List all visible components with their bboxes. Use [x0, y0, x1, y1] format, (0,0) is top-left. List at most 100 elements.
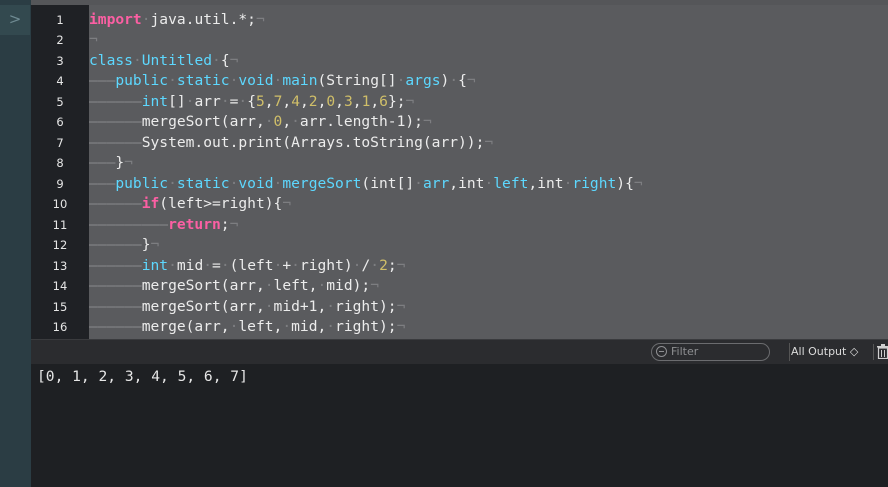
code-token: mergeSort(arr, [141, 297, 265, 315]
line-number-gutter: 1 2 3 4 5 6 7 8 9 10 11 12 13 14 15 16 [31, 5, 89, 339]
code-token: }; [387, 92, 406, 110]
code-token: · [132, 51, 142, 69]
line-number: 11 [52, 217, 68, 232]
code-token: · [326, 318, 336, 335]
console-output[interactable]: [0, 1, 2, 3, 4, 5, 6, 7] [31, 364, 888, 487]
code-token: —————— [89, 256, 142, 274]
code-token: · [220, 92, 230, 110]
code-token: ¬ [466, 72, 476, 89]
code-line[interactable]: ———public·static·void·main(String[]·args… [89, 71, 476, 92]
code-token: static [176, 72, 230, 89]
code-token: · [168, 256, 177, 274]
code-token: } [115, 154, 125, 171]
code-token: { [247, 92, 256, 110]
output-filter-select[interactable]: All Output ◇ [789, 343, 861, 361]
left-rail: > [0, 0, 31, 487]
code-line[interactable]: ——————mergeSort(arr,·0,·arr.length-1);¬ [89, 112, 432, 133]
code-token: 4 [291, 92, 300, 110]
code-token: ¬ [422, 113, 432, 130]
code-token: ; [387, 256, 397, 274]
code-token: arr.length-1); [299, 113, 423, 130]
trash-icon[interactable] [873, 344, 888, 360]
code-token: ¬ [229, 51, 239, 69]
code-line[interactable]: ——————mergeSort(arr,·left,·mid);¬ [89, 276, 379, 297]
code-token: void [238, 72, 274, 89]
code-token: , [282, 113, 292, 130]
code-token: mid, [291, 318, 327, 335]
code-token: System.out.print(Arrays.toString(arr)); [141, 133, 485, 151]
code-line[interactable]: ——————System.out.print(Arrays.toString(a… [89, 133, 493, 154]
code-token: / [361, 256, 371, 274]
code-token: —————— [89, 92, 142, 110]
code-token: mid [176, 256, 204, 274]
code-token: · [220, 256, 230, 274]
line-number: 13 [52, 258, 68, 273]
console-output-text: [0, 1, 2, 3, 4, 5, 6, 7] [37, 368, 248, 385]
code-token: mid+1, [273, 297, 327, 315]
line-number: 6 [56, 115, 64, 129]
code-token: mergeSort(arr, [141, 277, 265, 294]
filter-field[interactable]: Filter [651, 343, 770, 361]
code-token: import [89, 10, 142, 28]
code-line[interactable]: ——————int·mid·=·(left·+·right)·/·2;¬ [89, 256, 405, 277]
code-token: 2 [308, 92, 318, 110]
code-token: int [141, 92, 169, 110]
code-token: ¬ [282, 195, 292, 212]
code-token: { [458, 72, 467, 89]
code-token: 6 [379, 92, 388, 110]
code-token: ¬ [370, 277, 379, 294]
line-number: 8 [56, 156, 64, 170]
code-token: · [238, 92, 248, 110]
code-line[interactable]: ——————merge(arr,·left,·mid,·right);¬ [89, 317, 405, 338]
line-number: 4 [56, 74, 64, 88]
line-number: 3 [56, 53, 64, 68]
code-token: —————— [89, 113, 142, 130]
code-token: · [484, 174, 494, 192]
code-token: · [264, 113, 274, 130]
code-token: (int[] [361, 174, 415, 192]
line-number: 15 [52, 299, 68, 314]
code-line[interactable]: ¬ [89, 30, 98, 51]
code-token: public [115, 72, 169, 89]
code-line[interactable]: ——————if(left>=right){¬ [89, 194, 291, 215]
code-token: 3 [343, 92, 353, 110]
code-line[interactable]: —————————return;¬ [89, 215, 238, 236]
code-token: [] [168, 92, 186, 110]
code-token: ¬ [150, 236, 160, 253]
code-token: arr [194, 92, 221, 110]
code-token: } [141, 236, 151, 253]
code-line[interactable]: ——————}¬ [89, 235, 159, 256]
code-token: · [141, 10, 151, 28]
code-area[interactable]: import·java.util.*;¬ ¬ class·Untitled·{¬ ——… [89, 5, 888, 339]
code-line[interactable]: ———}¬ [89, 153, 133, 174]
code-line[interactable]: ———public·static·void·mergeSort(int[]·ar… [89, 174, 643, 195]
code-editor[interactable]: 1 2 3 4 5 6 7 8 9 10 11 12 13 14 15 16 import·java.util… [31, 5, 888, 339]
code-token: · [264, 277, 274, 294]
expand-icon[interactable]: > [0, 5, 30, 35]
line-number: 14 [52, 279, 68, 293]
line-number: 12 [52, 238, 68, 252]
filter-icon [656, 346, 667, 357]
code-token: ,int [528, 174, 564, 192]
code-token: ——— [89, 72, 116, 89]
line-number: 7 [56, 135, 64, 150]
code-token: class [89, 51, 133, 69]
code-token: 5 [256, 92, 265, 110]
code-token: right); [335, 318, 397, 335]
line-number: 16 [52, 320, 68, 334]
code-line[interactable]: import·java.util.*;¬ [89, 10, 265, 31]
code-token: · [414, 174, 423, 192]
code-token: ¬ [405, 92, 415, 110]
code-token: · [291, 113, 300, 130]
code-token: ¬ [396, 256, 406, 274]
code-token: —————— [89, 195, 142, 212]
code-token: ¬ [124, 154, 133, 171]
code-token: ,int [449, 174, 485, 192]
code-token: 0 [273, 113, 283, 130]
code-line[interactable]: ——————mergeSort(arr,·mid+1,·right);¬ [89, 297, 405, 318]
code-line[interactable]: class·Untitled·{¬ [89, 51, 238, 72]
code-token: —————— [89, 133, 142, 151]
code-line[interactable]: ——————int[]·arr·=·{5,7,4,2,0,3,1,6};¬ [89, 92, 414, 113]
code-token: · [317, 277, 327, 294]
code-token: · [212, 51, 221, 69]
